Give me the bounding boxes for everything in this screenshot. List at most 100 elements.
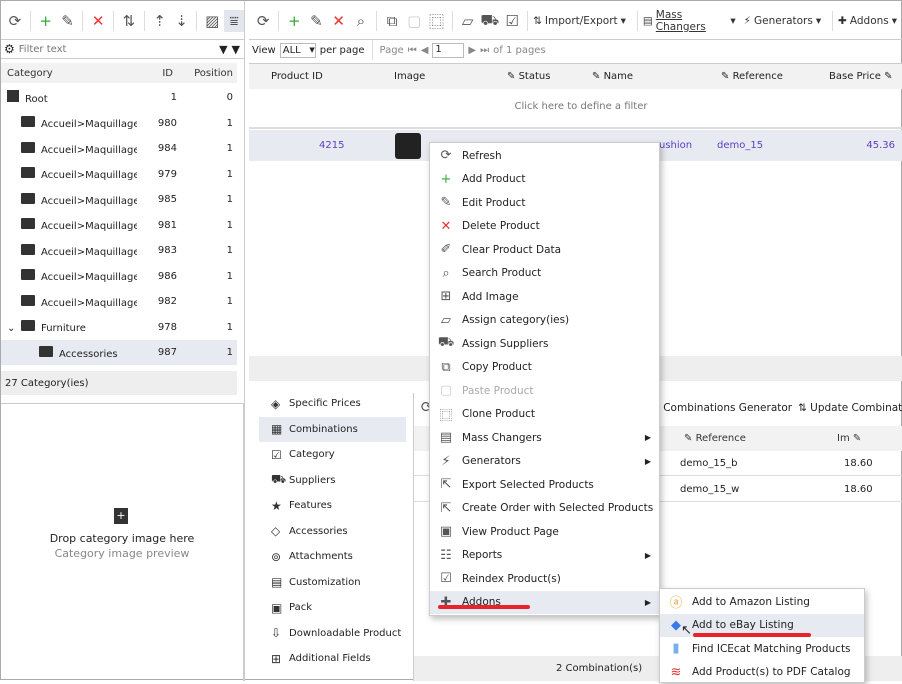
filter-icon[interactable]: ⩸ xyxy=(224,10,244,32)
view-select[interactable]: ALL▼ xyxy=(280,43,316,58)
mass-changers-button[interactable]: ▤Mass Changers▾ xyxy=(643,9,736,33)
image-icon[interactable]: ▨ xyxy=(202,10,222,32)
menu-item-reindex-product-s-[interactable]: ☑Reindex Product(s) xyxy=(430,567,659,591)
image-drop-zone[interactable]: + Drop category image here Category imag… xyxy=(1,403,244,681)
menu-item-refresh[interactable]: ⟳Refresh xyxy=(430,144,659,168)
filter-clear-icon[interactable]: ▼ xyxy=(232,43,240,56)
menu-item-export-selected-products[interactable]: ⇱Export Selected Products xyxy=(430,473,659,497)
col-reference[interactable]: ✎ Reference xyxy=(721,71,783,82)
col-status[interactable]: ✎ Status xyxy=(507,71,550,82)
tab-attachments[interactable]: ⊚Attachments xyxy=(259,544,406,570)
folder-icon xyxy=(21,244,35,255)
gear-icon[interactable]: ⚙ xyxy=(4,42,15,56)
tab-accessories[interactable]: ◇Accessories xyxy=(259,519,406,545)
menu-item-add-image[interactable]: ⊞Add Image xyxy=(430,285,659,309)
add-icon[interactable]: + xyxy=(284,10,304,32)
delete-icon[interactable]: ✕ xyxy=(329,10,349,32)
update-combinations-button[interactable]: ⇅ Update Combinati xyxy=(798,402,902,414)
edit-icon[interactable]: ✎ xyxy=(58,10,78,32)
col-category[interactable]: Category xyxy=(1,68,133,79)
category-row[interactable]: Accueil>Maquillage9861 xyxy=(1,264,237,289)
menu-item-view-product-page[interactable]: ▣View Product Page xyxy=(430,520,659,544)
move-up-icon[interactable]: ⇡ xyxy=(150,10,170,32)
tab-additional-fields[interactable]: ⊞Additional Fields xyxy=(259,646,406,672)
tab-combinations[interactable]: ▦Combinations xyxy=(259,417,406,443)
col-im[interactable]: Im ✎ xyxy=(837,433,861,444)
menu-item-add-product[interactable]: +Add Product xyxy=(430,168,659,192)
col-image[interactable]: Image xyxy=(394,71,425,82)
menu-item-create-order-with-selected-products[interactable]: ⇱Create Order with Selected Products xyxy=(430,497,659,521)
menu-item-clear-product-data[interactable]: ✐Clear Product Data xyxy=(430,238,659,262)
sort-icon[interactable]: ⇅ xyxy=(119,10,139,32)
submenu-item-add-product-s-to-pdf-catalog[interactable]: ≋Add Product(s) to PDF Catalog xyxy=(660,661,864,684)
tab-icon: ☑ xyxy=(271,448,289,462)
folder-check-icon[interactable]: ▱ xyxy=(458,10,478,32)
col-name[interactable]: ✎ Name xyxy=(592,71,633,82)
tab-pack[interactable]: ▣Pack xyxy=(259,595,406,621)
clone-icon[interactable]: ⿴ xyxy=(426,10,446,32)
addons-button[interactable]: ✚Addons▾ xyxy=(838,15,897,27)
page-input[interactable]: 1 xyxy=(432,43,464,58)
generators-button[interactable]: ⚡Generators▾ xyxy=(744,15,821,27)
category-row[interactable]: Root10 xyxy=(1,85,237,110)
filter-apply-icon[interactable]: ▼ xyxy=(219,43,227,56)
category-row[interactable]: Accueil>Maquillage9791 xyxy=(1,162,237,187)
tab-category[interactable]: ☑Category xyxy=(259,442,406,468)
filter-row[interactable]: Click here to define a filter xyxy=(259,89,902,125)
first-page-icon[interactable]: ⏮ xyxy=(408,45,417,56)
menu-item-assign-category-ies-[interactable]: ▱Assign category(ies) xyxy=(430,309,659,333)
last-page-icon[interactable]: ⏭ xyxy=(480,45,489,56)
refresh-icon[interactable]: ⟳ xyxy=(5,10,25,32)
category-row[interactable]: Accueil>Maquillage9821 xyxy=(1,289,237,314)
search-icon[interactable]: ⌕ xyxy=(351,10,371,32)
category-row[interactable]: Accueil>Maquillage9801 xyxy=(1,111,237,136)
truck-icon[interactable]: ⛟ xyxy=(480,10,500,32)
menu-item-delete-product[interactable]: ✕Delete Product xyxy=(430,215,659,239)
copy-icon[interactable]: ⧉ xyxy=(382,10,402,32)
filter-input[interactable] xyxy=(15,44,219,55)
category-row[interactable]: ⌄Furniture9781 xyxy=(1,315,237,340)
menu-item-addons[interactable]: ✚Addons▶ xyxy=(430,591,659,615)
menu-item-assign-suppliers[interactable]: ⛟Assign Suppliers xyxy=(430,332,659,356)
col-position[interactable]: Position xyxy=(173,68,237,79)
menu-item-paste-product[interactable]: ▢Paste Product xyxy=(430,379,659,403)
submenu-item-find-icecat-matching-products[interactable]: ▮Find ICEcat Matching Products xyxy=(660,637,864,661)
delete-icon[interactable]: ✕ xyxy=(88,10,108,32)
col-id[interactable]: ID xyxy=(133,68,173,79)
add-icon[interactable]: + xyxy=(36,10,56,32)
category-row[interactable]: Accessories9871 xyxy=(1,340,237,365)
menu-item-copy-product[interactable]: ⧉Copy Product xyxy=(430,356,659,380)
reindex-icon[interactable]: ☑ xyxy=(502,10,522,32)
menu-item-edit-product[interactable]: ✎Edit Product xyxy=(430,191,659,215)
refresh-icon[interactable]: ⟳ xyxy=(253,10,273,32)
folder-icon xyxy=(21,193,35,204)
menu-item-label: Create Order with Selected Products xyxy=(462,502,653,514)
import-export-button[interactable]: ⇅Import/Export▾ xyxy=(533,15,626,27)
prev-page-icon[interactable]: ◀ xyxy=(421,45,429,56)
menu-item-generators[interactable]: ⚡Generators▶ xyxy=(430,450,659,474)
menu-item-mass-changers[interactable]: ▤Mass Changers▶ xyxy=(430,426,659,450)
menu-item-clone-product[interactable]: ⿴Clone Product xyxy=(430,403,659,427)
category-row[interactable]: Accueil>Maquillage9851 xyxy=(1,187,237,212)
edit-icon[interactable]: ✎ xyxy=(306,10,326,32)
col-reference[interactable]: ✎ Reference xyxy=(684,433,746,444)
tab-icon: ◇ xyxy=(271,524,289,538)
col-product-id[interactable]: Product ID xyxy=(271,71,323,82)
tab-specific-prices[interactable]: ◈Specific Prices xyxy=(259,391,406,417)
move-down-icon[interactable]: ⇣ xyxy=(172,10,192,32)
paste-icon[interactable]: ▢ xyxy=(404,10,424,32)
tab-customization[interactable]: ▤Customization xyxy=(259,570,406,596)
col-base-price[interactable]: Base Price ✎ xyxy=(829,71,893,82)
menu-item-reports[interactable]: ☷Reports▶ xyxy=(430,544,659,568)
category-row[interactable]: Accueil>Maquillage9831 xyxy=(1,238,237,263)
tab-downloadable-product[interactable]: ⇩Downloadable Product xyxy=(259,621,406,647)
chevron-down-icon[interactable]: ⌄ xyxy=(7,323,21,334)
category-row[interactable]: Accueil>Maquillage9811 xyxy=(1,213,237,238)
submenu-item-add-to-amazon-listing[interactable]: ⓐAdd to Amazon Listing xyxy=(660,590,864,614)
tab-suppliers[interactable]: ⛟Suppliers xyxy=(259,468,406,494)
tab-features[interactable]: ★Features xyxy=(259,493,406,519)
menu-item-search-product[interactable]: ⌕Search Product xyxy=(430,262,659,286)
next-page-icon[interactable]: ▶ xyxy=(468,45,476,56)
combinations-generator-button[interactable]: ct Combinations Generator xyxy=(650,402,792,414)
category-row[interactable]: Accueil>Maquillage9841 xyxy=(1,136,237,161)
